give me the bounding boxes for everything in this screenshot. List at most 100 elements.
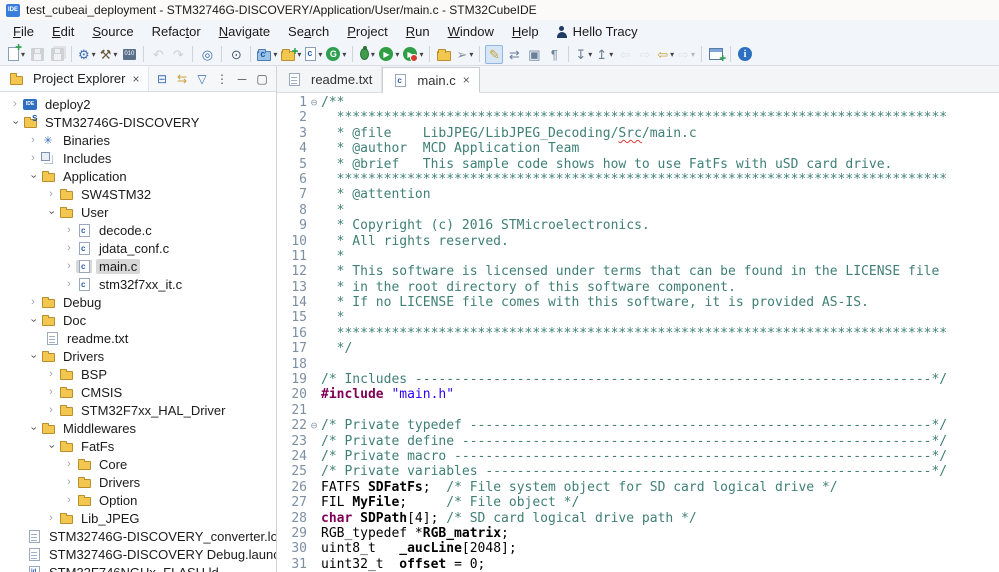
tree-item-core[interactable]: › Core: [0, 455, 276, 473]
expander-icon[interactable]: ›: [62, 224, 76, 236]
tree-item-includes[interactable]: › Includes: [0, 149, 276, 167]
expander-icon[interactable]: ›: [26, 296, 40, 308]
run-button[interactable]: ▶ ▾: [378, 45, 400, 64]
collapse-all-button[interactable]: ⊟: [153, 69, 171, 88]
link-with-editor-button[interactable]: ⇆: [173, 69, 191, 88]
expander-icon[interactable]: ›: [44, 512, 58, 524]
menu-file[interactable]: File: [4, 22, 43, 41]
dropdown-arrow-icon[interactable]: ▾: [342, 50, 346, 59]
show-whitespace-button[interactable]: ¶: [545, 45, 563, 64]
new-c-file-button[interactable]: c ▾: [304, 45, 323, 64]
build-button[interactable]: ⚒ ▾: [99, 45, 119, 64]
expander-icon[interactable]: ›: [62, 476, 76, 488]
info-button[interactable]: i: [736, 45, 754, 64]
tree-item-deploy2[interactable]: › IDE deploy2: [0, 95, 276, 113]
tree-item-fatfs[interactable]: › FatFs: [0, 437, 276, 455]
tree-item-lib-jpeg[interactable]: › Lib_JPEG: [0, 509, 276, 527]
expander-icon[interactable]: ›: [46, 439, 58, 453]
view-menu-button[interactable]: ⋮: [213, 69, 231, 88]
expander-icon[interactable]: ›: [26, 134, 40, 146]
project-explorer-tab[interactable]: Project Explorer ×: [0, 66, 149, 91]
tree-item-doc[interactable]: › Doc: [0, 311, 276, 329]
menu-source[interactable]: Source: [83, 22, 142, 41]
dropdown-arrow-icon[interactable]: ▾: [419, 50, 423, 59]
menu-search[interactable]: Search: [279, 22, 338, 41]
dropdown-arrow-icon[interactable]: ▾: [318, 50, 322, 59]
external-tools-button[interactable]: ➢ ▾: [455, 45, 474, 64]
tree-item-decode-c[interactable]: › c decode.c: [0, 221, 276, 239]
tree-item-main-c[interactable]: › c main.c: [0, 257, 276, 275]
code-editor[interactable]: 1 ⊖/** 2 *********************************…: [277, 93, 999, 572]
open-perspective-button[interactable]: [707, 45, 726, 64]
open-element-button[interactable]: ◎: [198, 45, 216, 64]
expander-icon[interactable]: ›: [28, 421, 40, 435]
binary-chip-button[interactable]: 010: [120, 45, 138, 64]
expander-icon[interactable]: ›: [62, 494, 76, 506]
expander-icon[interactable]: ›: [44, 386, 58, 398]
tree-item-stm32746g-discovery[interactable]: › S STM32746G-DISCOVERY: [0, 113, 276, 131]
menu-edit[interactable]: Edit: [43, 22, 83, 41]
tree-item-middlewares[interactable]: › Middlewares: [0, 419, 276, 437]
filter-button[interactable]: ▽: [193, 69, 211, 88]
tree-item-drivers[interactable]: › Drivers: [0, 347, 276, 365]
dropdown-arrow-icon[interactable]: ▾: [371, 50, 375, 59]
dropdown-arrow-icon[interactable]: ▾: [691, 50, 695, 59]
expander-icon[interactable]: ›: [26, 152, 40, 164]
import-folder-button[interactable]: [435, 45, 453, 64]
dropdown-arrow-icon[interactable]: ▾: [395, 50, 399, 59]
expander-icon[interactable]: ›: [10, 115, 22, 129]
dropdown-arrow-icon[interactable]: ▾: [609, 50, 613, 59]
tree-item-stm32746g-discovery-converter-log[interactable]: STM32746G-DISCOVERY_converter.log: [0, 527, 276, 545]
maximize-button[interactable]: ▢: [253, 69, 271, 88]
generate-code-button[interactable]: G ▾: [325, 45, 347, 64]
menu-help[interactable]: Help: [503, 22, 548, 41]
tree-item-readme-txt[interactable]: readme.txt: [0, 329, 276, 347]
menu-refactor[interactable]: Refactor: [143, 22, 210, 41]
expander-icon[interactable]: ›: [8, 98, 22, 110]
expander-icon[interactable]: ›: [62, 278, 76, 290]
expander-icon[interactable]: ›: [46, 205, 58, 219]
device-configuration-tool-button[interactable]: ⚙ ▾: [77, 45, 97, 64]
dropdown-arrow-icon[interactable]: ▾: [273, 50, 277, 59]
tree-item-binaries[interactable]: › ✳ Binaries: [0, 131, 276, 149]
menu-navigate[interactable]: Navigate: [210, 22, 279, 41]
menu-window[interactable]: Window: [439, 22, 503, 41]
expander-icon[interactable]: ›: [44, 404, 58, 416]
debug-button[interactable]: ▾: [358, 45, 376, 64]
tree-item-debug[interactable]: › Debug: [0, 293, 276, 311]
tree-item-bsp[interactable]: › BSP: [0, 365, 276, 383]
expander-icon[interactable]: ›: [28, 169, 40, 183]
dropdown-arrow-icon[interactable]: ▾: [469, 50, 473, 59]
link-with-editor-button[interactable]: ⇄: [505, 45, 523, 64]
show-selected-element-button[interactable]: ▣: [525, 45, 543, 64]
tree-item-user[interactable]: › User: [0, 203, 276, 221]
tree-item-stm32746g-discovery-debug-launch[interactable]: STM32746G-DISCOVERY Debug.launch: [0, 545, 276, 563]
expander-icon[interactable]: ›: [44, 188, 58, 200]
previous-annotation-button[interactable]: ↥ ▾: [595, 45, 614, 64]
fold-marker-icon[interactable]: ⊖: [307, 418, 321, 433]
expander-icon[interactable]: ›: [28, 349, 40, 363]
dropdown-arrow-icon[interactable]: ▾: [670, 50, 674, 59]
menu-run[interactable]: Run: [397, 22, 439, 41]
toggle-mark-occurrences-button[interactable]: ✎: [485, 44, 504, 64]
tree-item-stm32f7xx-it-c[interactable]: › c stm32f7xx_it.c: [0, 275, 276, 293]
fold-marker-icon[interactable]: ⊖: [307, 95, 321, 110]
dropdown-arrow-icon[interactable]: ▾: [92, 50, 96, 59]
menu-project[interactable]: Project: [338, 22, 396, 41]
new-project-button[interactable]: ▾: [280, 45, 302, 64]
expander-icon[interactable]: ›: [44, 368, 58, 380]
user-account[interactable]: Hello Tracy: [548, 22, 646, 41]
expander-icon[interactable]: ›: [62, 260, 76, 272]
back-history-button[interactable]: ⇦ ▾: [656, 45, 675, 64]
tree-item-sw4stm32[interactable]: › SW4STM32: [0, 185, 276, 203]
expander-icon[interactable]: ›: [28, 313, 40, 327]
close-icon[interactable]: ×: [463, 73, 470, 87]
power-button[interactable]: ⊙: [227, 45, 245, 64]
expander-icon[interactable]: ›: [62, 242, 76, 254]
expander-icon[interactable]: ›: [62, 458, 76, 470]
tree-item-option[interactable]: › Option: [0, 491, 276, 509]
new-c-project-button[interactable]: c ▾: [256, 45, 278, 64]
tree-item-jdata-conf-c[interactable]: › c jdata_conf.c: [0, 239, 276, 257]
tree-item-application[interactable]: › Application: [0, 167, 276, 185]
close-icon[interactable]: ×: [132, 72, 139, 86]
